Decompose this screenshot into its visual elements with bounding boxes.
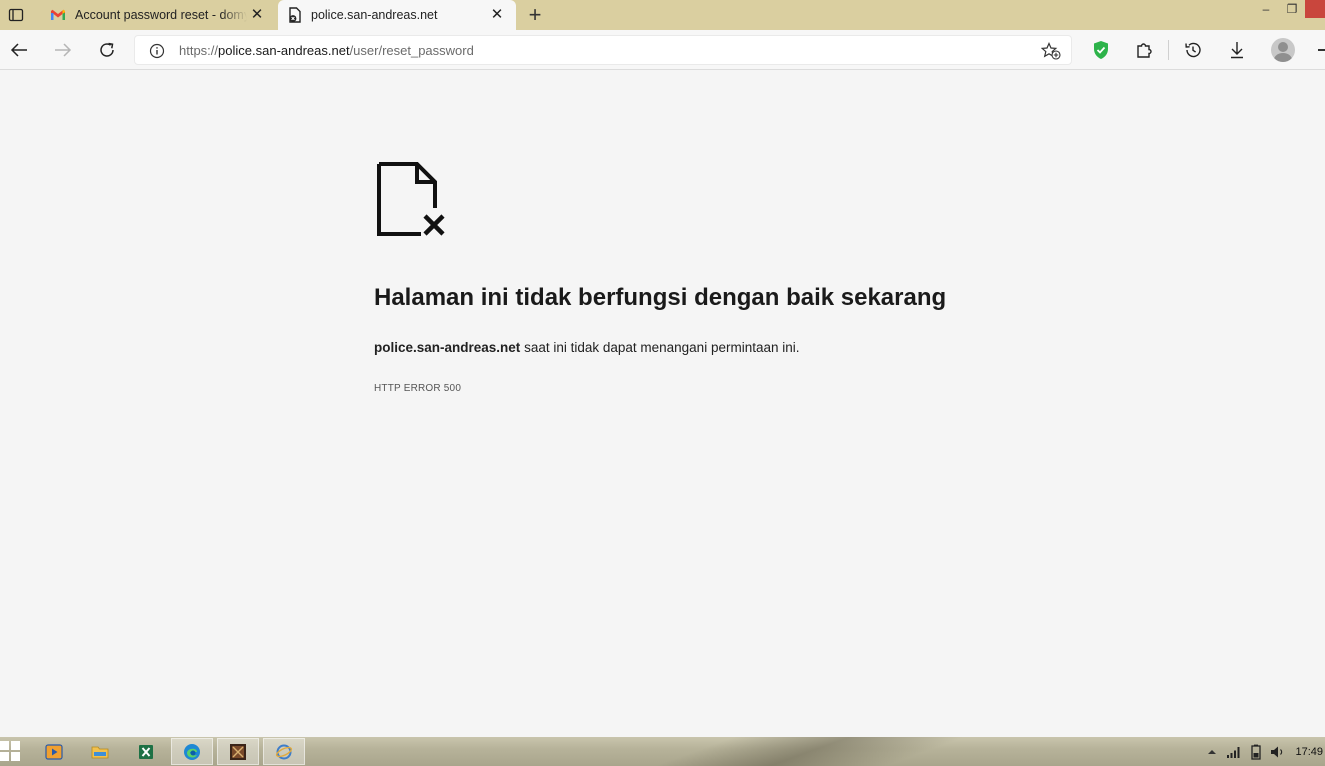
tab-actions-icon — [8, 8, 24, 22]
error-message: saat ini tidak dapat menangani permintaa… — [520, 340, 800, 355]
url-host: police.san-andreas.net — [218, 43, 350, 58]
tab-close-button[interactable]: ✕ — [250, 7, 264, 22]
start-icon-pane — [11, 741, 20, 750]
tab-police-san-andreas[interactable]: police.san-andreas.net ✕ — [278, 0, 516, 30]
download-icon — [1231, 42, 1243, 59]
tab-close-button[interactable]: ✕ — [490, 7, 504, 22]
url-scheme: https:// — [179, 43, 219, 58]
system-tray: 17:49 — [1201, 737, 1325, 766]
taskbar-app[interactable] — [263, 738, 305, 765]
start-icon — [0, 741, 9, 750]
taskbar-edge[interactable] — [171, 738, 213, 765]
taskbar-file-explorer[interactable] — [79, 738, 121, 765]
app-icon — [275, 744, 293, 759]
taskbar-game[interactable] — [217, 738, 259, 765]
add-favorite-icon[interactable] — [1041, 42, 1061, 60]
puzzle-icon — [1137, 43, 1152, 58]
network-button[interactable] — [1223, 737, 1245, 766]
tab-actions-button[interactable] — [0, 0, 32, 30]
taskbar-excel[interactable] — [125, 738, 167, 765]
profile-avatar[interactable] — [1271, 38, 1295, 62]
history-icon — [1185, 42, 1201, 58]
taskbar: 17:49 — [0, 737, 1325, 766]
close-window-button[interactable] — [1305, 0, 1325, 18]
refresh-button[interactable] — [95, 38, 119, 62]
start-icon-pane — [11, 752, 20, 761]
taskbar-clock[interactable]: 17:49 — [1295, 746, 1323, 758]
info-icon[interactable] — [149, 43, 165, 59]
broken-page-icon — [289, 7, 301, 23]
edge-icon — [184, 743, 200, 760]
settings-more-button[interactable] — [1318, 49, 1325, 51]
start-icon-pane — [0, 752, 9, 761]
error-title: Halaman ini tidak berfungsi dengan baik … — [374, 284, 947, 311]
tracking-prevention-button[interactable] — [1089, 38, 1113, 62]
taskbar-media-player[interactable] — [33, 738, 75, 765]
start-button[interactable] — [0, 741, 22, 763]
history-button[interactable] — [1181, 38, 1205, 62]
arrow-left-icon — [10, 43, 27, 57]
minimize-button[interactable]: – — [1253, 0, 1279, 22]
new-tab-button[interactable]: + — [525, 4, 545, 26]
chevron-up-icon — [1208, 749, 1217, 754]
error-page: Halaman ini tidak berfungsi dengan baik … — [0, 71, 1325, 736]
error-description: police.san-andreas.net saat ini tidak da… — [374, 340, 800, 355]
file-explorer-icon — [91, 746, 109, 758]
forward-button[interactable] — [51, 38, 75, 62]
signal-icon — [1227, 746, 1240, 758]
error-host: police.san-andreas.net — [374, 340, 521, 355]
url-path: /user/reset_password — [349, 43, 474, 58]
speaker-icon — [1271, 746, 1283, 757]
refresh-icon — [100, 42, 114, 57]
extensions-button[interactable] — [1132, 38, 1156, 62]
show-hidden-icons-button[interactable] — [1201, 737, 1223, 766]
downloads-button[interactable] — [1225, 38, 1249, 62]
toolbar-divider — [1168, 40, 1169, 60]
tab-bar: Account password reset - domy... ✕ polic… — [0, 0, 1325, 30]
broken-document-icon — [377, 162, 445, 236]
media-player-icon — [45, 743, 63, 760]
restore-button[interactable]: ❐ — [1279, 0, 1305, 22]
arrow-right-icon — [55, 43, 72, 57]
battery-icon — [1251, 744, 1262, 760]
error-code: HTTP ERROR 500 — [374, 383, 462, 394]
gmail-icon — [51, 9, 65, 20]
shield-icon — [1094, 41, 1108, 59]
url-text: https://police.san-andreas.net/user/rese… — [179, 43, 474, 58]
tab-title: police.san-andreas.net — [311, 8, 438, 22]
battery-button[interactable] — [1245, 737, 1267, 766]
volume-button[interactable] — [1267, 737, 1289, 766]
tab-title: Account password reset - domy... — [75, 8, 247, 22]
tab-gmail[interactable]: Account password reset - domy... ✕ — [40, 0, 276, 30]
game-icon — [230, 743, 246, 760]
address-bar[interactable]: https://police.san-andreas.net/user/rese… — [134, 35, 1072, 65]
back-button[interactable] — [7, 38, 31, 62]
window-controls: – ❐ — [1253, 0, 1325, 30]
excel-icon — [139, 744, 153, 759]
browser-toolbar: https://police.san-andreas.net/user/rese… — [0, 30, 1325, 70]
